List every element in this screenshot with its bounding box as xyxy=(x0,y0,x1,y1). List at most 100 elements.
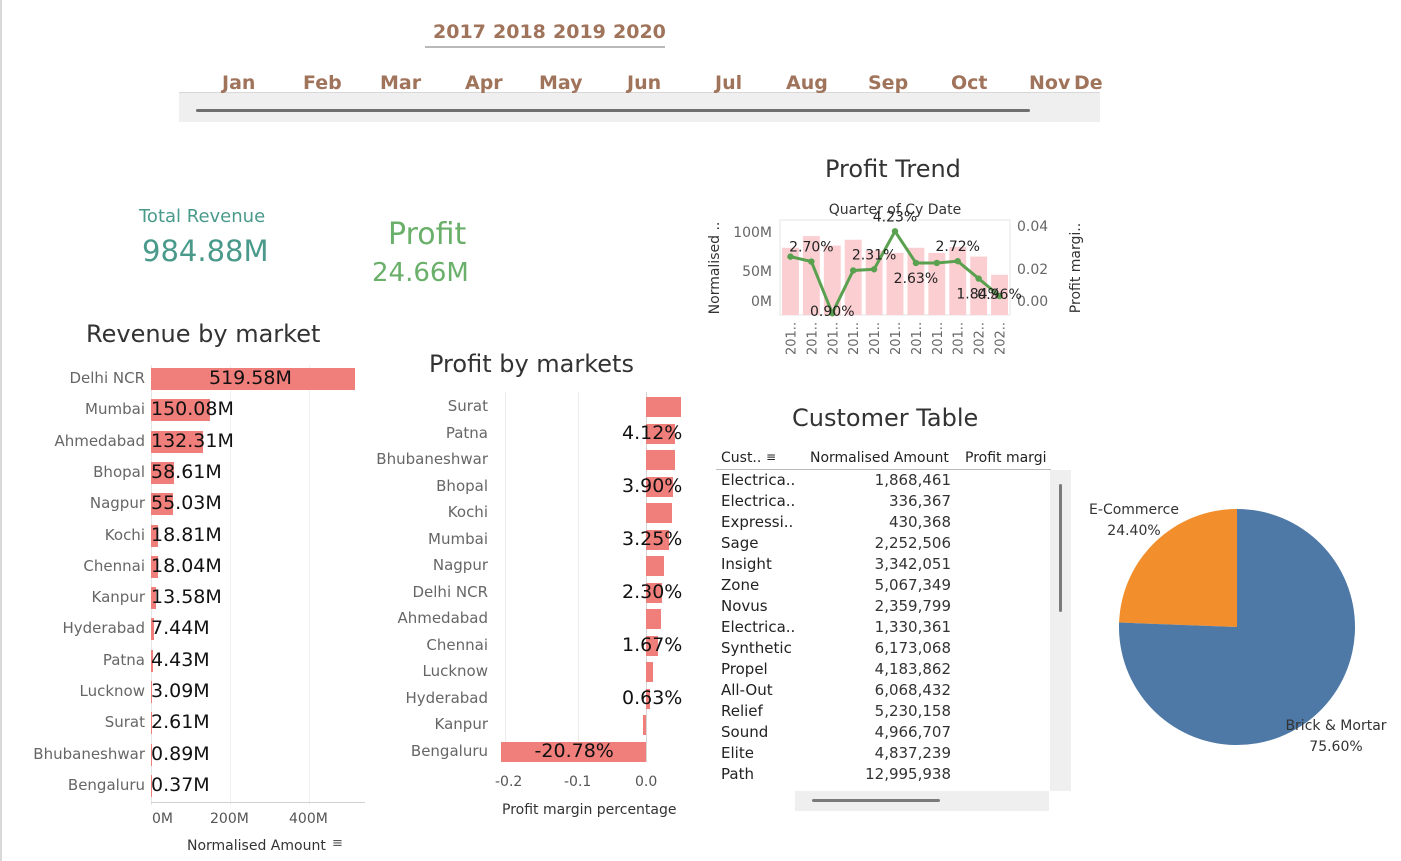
month-option[interactable]: Mar xyxy=(380,72,421,94)
customer-name-cell: Electrica.. xyxy=(721,618,796,636)
trend-point[interactable] xyxy=(912,259,920,267)
revenue-data-label: 4.43M xyxy=(151,648,210,671)
trend-data-label: 2.31% xyxy=(852,247,896,263)
customer-name-cell: Insight xyxy=(721,555,772,573)
month-option[interactable]: Oct xyxy=(951,72,988,94)
amount-column-header[interactable]: Normalised Amount xyxy=(810,450,949,466)
table-row[interactable]: Propel 4,183,862 xyxy=(716,659,1050,680)
trend-data-label: 4.23% xyxy=(873,209,917,225)
year-option[interactable]: 2020 xyxy=(613,21,666,43)
profit-trend-chart: Quarter of Cy DateNormalised .. Profit ma… xyxy=(707,202,1084,355)
revenue-x-axis xyxy=(151,802,365,803)
year-option[interactable]: 2018 xyxy=(493,21,546,43)
month-option[interactable]: May xyxy=(539,72,583,94)
table-row[interactable]: Novus 2,359,799 xyxy=(716,596,1050,617)
profit-bar[interactable] xyxy=(646,609,662,629)
table-hscroll-thumb[interactable] xyxy=(812,799,940,802)
month-option[interactable]: Sep xyxy=(868,72,908,94)
trend-point[interactable] xyxy=(933,259,941,267)
trend-y-axis-label: Normalised .. xyxy=(707,222,723,315)
table-row[interactable]: Elite 4,837,239 xyxy=(716,743,1050,764)
table-row[interactable]: Path 12,995,938 xyxy=(716,764,1050,785)
table-row[interactable]: Zone 5,067,349 xyxy=(716,575,1050,596)
trend-point[interactable] xyxy=(975,275,982,282)
table-row[interactable]: Relief 5,230,158 xyxy=(716,701,1050,722)
profit-category-label: Kanpur xyxy=(434,715,488,733)
month-option[interactable]: Jan xyxy=(222,72,255,94)
month-option[interactable]: Jul xyxy=(715,72,742,94)
profit-bar[interactable] xyxy=(646,450,675,470)
profit-margin-column-header[interactable]: Profit margi xyxy=(965,450,1046,466)
revenue-data-label: 18.81M xyxy=(151,523,222,546)
table-row[interactable]: Expressi.. 430,368 xyxy=(716,512,1050,533)
month-option[interactable]: Apr xyxy=(465,72,503,94)
table-hscroll-track[interactable] xyxy=(795,791,1049,811)
profit-by-markets-title: Profit by markets xyxy=(429,350,634,378)
profit-bar[interactable] xyxy=(646,503,672,523)
trend-bar[interactable] xyxy=(949,247,967,315)
amount-cell: 4,837,239 xyxy=(874,744,951,762)
customer-name-cell: Relief xyxy=(721,702,763,720)
trend-x-tick: 201.. xyxy=(805,322,820,355)
customer-column-header[interactable]: Cust.. xyxy=(721,450,761,466)
table-row[interactable]: Electrica.. 1,868,461 xyxy=(716,470,1050,491)
pie-label: E-Commerce xyxy=(1089,502,1179,518)
trend-x-tick: 202.. xyxy=(994,322,1009,355)
profit-gridline xyxy=(578,392,579,762)
trend-point[interactable] xyxy=(954,257,961,265)
profit-category-label: Kochi xyxy=(447,503,488,521)
customer-name-cell: Path xyxy=(721,765,754,783)
trend-y-tick: 50M xyxy=(742,264,772,280)
table-scroll-track[interactable] xyxy=(1050,470,1071,791)
profit-data-label: 0.63% xyxy=(622,686,683,709)
trend-x-tick: 201.. xyxy=(931,322,946,355)
year-option[interactable]: 2019 xyxy=(553,21,606,43)
month-option[interactable]: Feb xyxy=(303,72,342,94)
table-row[interactable]: All-Out 6,068,432 xyxy=(716,680,1050,701)
trend-y-tick: 100M xyxy=(733,225,772,241)
customer-name-cell: Expressi.. xyxy=(721,513,794,531)
month-filter[interactable]: Jan Feb Mar Apr May Jun Jul Aug Sep Oct … xyxy=(179,68,1103,122)
month-scrollbar[interactable] xyxy=(196,109,1030,112)
month-option[interactable]: Aug xyxy=(786,72,828,94)
table-row[interactable]: Sound 4,966,707 xyxy=(716,722,1050,743)
year-filter[interactable]: 2017 2018 2019 2020 xyxy=(425,20,666,48)
profit-bar[interactable] xyxy=(646,662,653,682)
amount-cell: 1,868,461 xyxy=(874,471,951,489)
trend-point[interactable] xyxy=(891,228,899,235)
sort-icon[interactable]: ≡ xyxy=(332,836,343,851)
revenue-data-label: 2.61M xyxy=(151,711,210,734)
table-scroll-thumb[interactable] xyxy=(1059,484,1062,612)
month-option[interactable]: De xyxy=(1074,72,1103,94)
trend-x-tick: 201.. xyxy=(952,322,967,355)
trend-x-tick: 202.. xyxy=(973,322,988,355)
month-option[interactable]: Jun xyxy=(627,72,661,94)
profit-bar[interactable] xyxy=(646,397,681,417)
table-body: Electrica.. 1,868,461 Electrica.. 336,367 Ex… xyxy=(716,470,1051,791)
trend-point[interactable] xyxy=(808,258,815,265)
table-row[interactable]: Sage 2,252,506 xyxy=(716,533,1050,554)
trend-y2-tick: 0.02 xyxy=(1017,262,1048,278)
amount-cell: 5,230,158 xyxy=(874,702,951,720)
amount-cell: 2,252,506 xyxy=(874,534,951,552)
profit-bar[interactable] xyxy=(642,715,646,735)
sort-icon[interactable]: ≡ xyxy=(766,450,776,464)
revenue-data-label: 13.58M xyxy=(151,586,222,609)
year-option[interactable]: 2017 xyxy=(433,21,486,43)
table-row[interactable]: Insight 3,342,051 xyxy=(716,554,1050,575)
customer-name-cell: Synthetic xyxy=(721,639,792,657)
profit-bar[interactable] xyxy=(646,556,665,576)
table-row[interactable]: Synthetic 6,173,068 xyxy=(716,638,1050,659)
amount-cell: 1,330,361 xyxy=(874,618,951,636)
trend-point[interactable] xyxy=(870,266,878,273)
customer-table[interactable]: Cust.. ≡ Normalised Amount Profit margi … xyxy=(716,446,1071,791)
month-option[interactable]: Nov xyxy=(1029,72,1070,94)
table-row[interactable]: Electrica.. 1,330,361 xyxy=(716,617,1050,638)
revenue-category-label: Kochi xyxy=(104,525,145,544)
revenue-data-label: 519.58M xyxy=(209,367,292,389)
trend-x-tick: 201.. xyxy=(784,322,799,355)
trend-point[interactable] xyxy=(849,267,857,274)
profit-x-tick: -0.1 xyxy=(564,774,592,790)
table-row[interactable]: Electrica.. 336,367 xyxy=(716,491,1050,512)
customer-name-cell: All-Out xyxy=(721,681,773,699)
